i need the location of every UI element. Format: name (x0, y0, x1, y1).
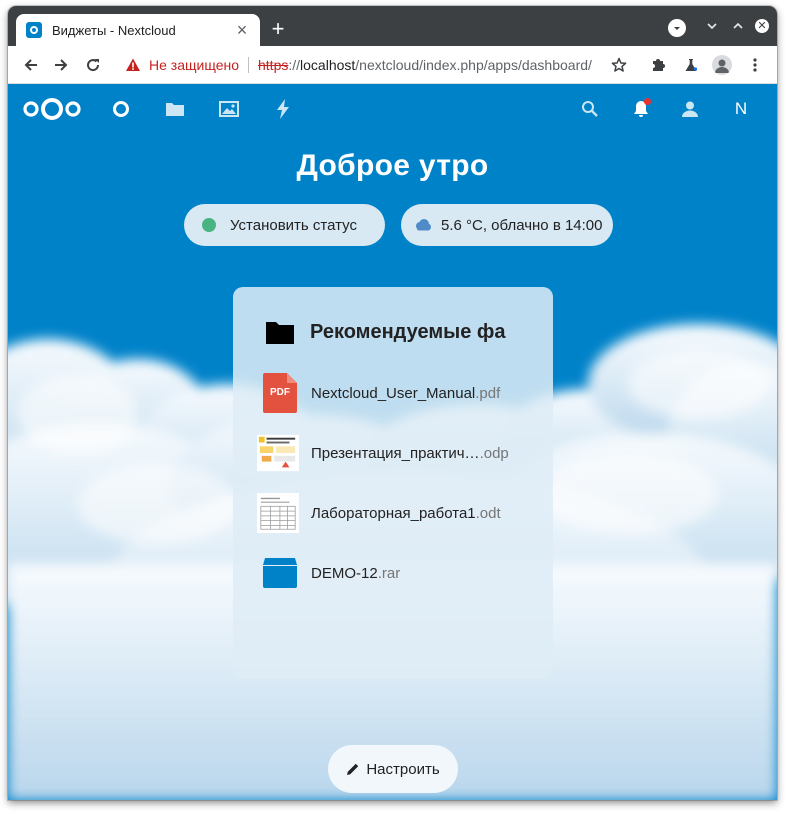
labs-button[interactable] (680, 54, 702, 76)
browser-menu-button[interactable] (744, 54, 766, 76)
widget-title: Рекомендуемые фа (310, 320, 506, 343)
dashboard-app-icon[interactable] (108, 96, 134, 122)
chevron-up-icon (733, 22, 743, 29)
arrow-left-icon (24, 59, 37, 71)
files-app-icon[interactable] (162, 96, 188, 122)
tab-title: Виджеты - Nextcloud (52, 22, 176, 38)
notifications-bell-icon[interactable] (628, 96, 654, 122)
notification-badge (644, 98, 651, 105)
arrow-right-icon (55, 59, 68, 71)
profile-avatar-icon (712, 55, 732, 75)
forward-button[interactable] (50, 54, 72, 76)
url-host: localhost (300, 57, 356, 73)
tab-close-icon[interactable]: × (234, 21, 250, 39)
minimize-button[interactable] (702, 16, 722, 36)
set-status-label: Установить статус (230, 216, 357, 234)
presentation-thumbnail-icon (257, 432, 299, 474)
url-scheme: https (258, 57, 289, 73)
tab-search-button[interactable] (668, 19, 686, 37)
nextcloud-logo-icon[interactable] (22, 96, 82, 122)
file-item[interactable]: DEMO-12 .rar (261, 551, 541, 595)
file-item[interactable]: Презентация_практич… .odp (257, 431, 541, 475)
archive-icon (261, 552, 299, 594)
nextcloud-favicon-icon (26, 22, 42, 38)
contacts-menu-icon[interactable] (677, 96, 703, 122)
set-status-button[interactable]: Установить статус (184, 204, 385, 246)
address-bar[interactable]: Не защищено https :// localhost /nextclo… (118, 50, 640, 80)
document-thumbnail-icon (257, 492, 299, 534)
kebab-menu-icon (753, 58, 757, 72)
folder-icon (265, 319, 295, 345)
close-window-button[interactable]: ✕ (752, 16, 772, 36)
file-name: Лабораторная_работа1 (311, 504, 476, 522)
file-extension: .odp (479, 444, 509, 462)
customize-label: Настроить (366, 760, 440, 778)
activity-app-icon[interactable] (270, 96, 296, 122)
new-tab-button[interactable]: + (266, 18, 290, 42)
file-extension: .pdf (475, 384, 501, 402)
security-warning[interactable]: Не защищено (149, 57, 239, 73)
maximize-button[interactable] (728, 16, 748, 36)
reload-icon (87, 59, 100, 72)
widget-header: Рекомендуемые фа (265, 317, 535, 347)
weather-status-button[interactable]: 5.6 °C, облачно в 14:00 (401, 204, 613, 246)
profile-button[interactable] (711, 54, 733, 76)
file-extension: .rar (377, 564, 401, 582)
pdf-icon: PDF (261, 372, 299, 414)
close-icon: ✕ (755, 19, 769, 33)
reload-button[interactable] (82, 54, 104, 76)
browser-tab[interactable]: Виджеты - Nextcloud × (16, 14, 260, 46)
extensions-button[interactable] (647, 54, 669, 76)
browser-window: Виджеты - Nextcloud × + ✕ Не защищено ht… (8, 6, 777, 800)
recommended-files-widget: Рекомендуемые фа PDF Nextcloud_User_Manu… (233, 287, 553, 679)
file-name: Презентация_практич… (311, 444, 480, 462)
user-menu-avatar[interactable]: N (728, 96, 754, 122)
bookmark-button[interactable] (608, 54, 630, 76)
tab-search-chevron-icon (674, 27, 680, 30)
file-name: DEMO-12 (311, 564, 378, 582)
weather-label: 5.6 °C, облачно в 14:00 (441, 216, 603, 234)
puzzle-icon (653, 59, 665, 71)
tab-strip: Виджеты - Nextcloud × + ✕ (8, 6, 777, 46)
back-button[interactable] (20, 54, 42, 76)
url-scheme-separator: :// (288, 57, 301, 73)
browser-toolbar: Не защищено https :// localhost /nextclo… (8, 46, 777, 84)
app-header: N (8, 84, 777, 134)
search-icon[interactable] (577, 96, 603, 122)
file-extension: .odt (475, 504, 501, 522)
pencil-icon (346, 762, 360, 776)
greeting-heading: Доброе утро (296, 149, 489, 182)
warning-icon (125, 57, 141, 73)
file-item[interactable]: PDF Nextcloud_User_Manual .pdf (261, 371, 541, 415)
address-separator (248, 57, 249, 73)
chevron-down-icon (707, 23, 717, 30)
nextcloud-dashboard: N Доброе утро Установить статус 5.6 °C, … (8, 84, 777, 800)
url-path: /nextcloud/index.php/apps/dashboard/ (355, 57, 592, 73)
status-online-icon (202, 218, 216, 232)
customize-button[interactable]: Настроить (328, 745, 458, 793)
flask-icon (685, 59, 698, 71)
star-outline-icon (611, 57, 627, 72)
file-item[interactable]: Лабораторная_работа1 .odt (257, 491, 541, 535)
file-name: Nextcloud_User_Manual (311, 384, 476, 402)
cloudy-weather-icon (414, 218, 432, 232)
photos-app-icon[interactable] (216, 96, 242, 122)
